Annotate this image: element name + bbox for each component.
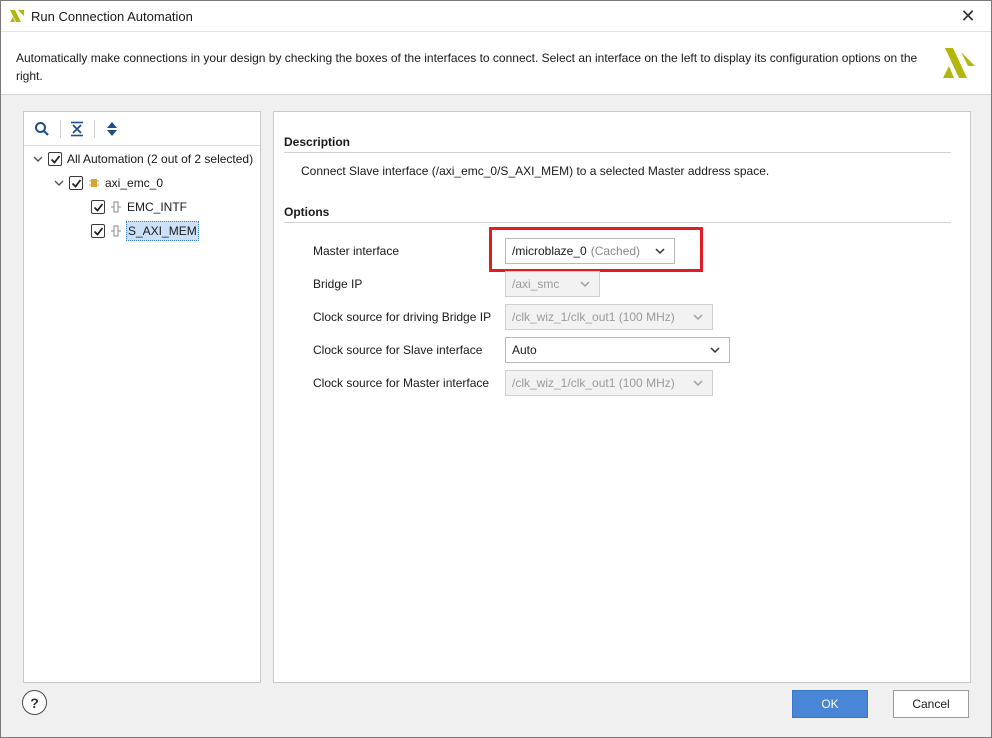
- ok-button[interactable]: OK: [792, 690, 868, 718]
- chevron-down-icon[interactable]: [32, 153, 44, 165]
- collapse-all-icon[interactable]: [66, 118, 88, 140]
- slave-clock-label: Clock source for Slave interface: [313, 343, 483, 357]
- chevron-down-icon[interactable]: [53, 177, 65, 189]
- tree-item-axi-emc-0[interactable]: axi_emc_0: [53, 172, 164, 194]
- tree-item-label: EMC_INTF: [127, 200, 187, 214]
- ip-block-icon: [87, 176, 101, 190]
- checkbox-all-automation[interactable]: [48, 152, 62, 166]
- toolbar-separator: [60, 120, 61, 138]
- bridge-clock-select[interactable]: /clk_wiz_1/clk_out1 (100 MHz): [505, 304, 713, 330]
- chevron-down-icon: [580, 281, 590, 288]
- toolbar-separator: [94, 120, 95, 138]
- automation-tree-panel: All Automation (2 out of 2 selected) axi…: [23, 111, 261, 683]
- chevron-down-icon: [693, 380, 703, 387]
- interface-icon: [109, 200, 123, 214]
- chevron-down-icon: [693, 314, 703, 321]
- bridge-ip-value: /axi_smc: [512, 277, 560, 291]
- tree-toolbar: [24, 112, 260, 146]
- cancel-button[interactable]: Cancel: [893, 690, 969, 718]
- section-divider: [284, 222, 951, 223]
- bridge-ip-label: Bridge IP: [313, 277, 363, 291]
- vivado-logo-icon: [943, 48, 975, 78]
- details-panel: Description Connect Slave interface (/ax…: [273, 111, 971, 683]
- tree-item-label: S_AXI_MEM: [126, 221, 199, 241]
- vivado-app-icon: [10, 10, 24, 22]
- window-title: Run Connection Automation: [31, 9, 193, 24]
- tree-item-s-axi-mem[interactable]: S_AXI_MEM: [91, 220, 199, 242]
- header-description: Automatically make connections in your d…: [16, 51, 918, 83]
- checkbox-s-axi-mem[interactable]: [91, 224, 105, 238]
- checkbox-emc-intf[interactable]: [91, 200, 105, 214]
- bridge-ip-select[interactable]: /axi_smc: [505, 271, 600, 297]
- tree-item-label: All Automation (2 out of 2 selected): [67, 152, 254, 166]
- section-divider: [284, 152, 951, 153]
- bridge-clock-value: /clk_wiz_1/clk_out1 (100 MHz): [512, 310, 675, 324]
- options-section-title: Options: [284, 205, 330, 219]
- expand-all-icon[interactable]: [101, 118, 123, 140]
- chevron-down-icon: [710, 347, 720, 354]
- slave-clock-value: Auto: [512, 343, 537, 357]
- checkbox-axi-emc-0[interactable]: [69, 176, 83, 190]
- bridge-clock-label: Clock source for driving Bridge IP: [313, 310, 492, 324]
- tree-item-emc-intf[interactable]: EMC_INTF: [91, 196, 188, 218]
- dialog-window: Run Connection Automation ✕ Automaticall…: [0, 0, 992, 738]
- description-section-title: Description: [284, 135, 351, 149]
- highlight-annotation: [489, 227, 703, 272]
- dialog-header: Automatically make connections in your d…: [1, 32, 991, 95]
- close-icon[interactable]: ✕: [945, 1, 991, 32]
- master-clock-select[interactable]: /clk_wiz_1/clk_out1 (100 MHz): [505, 370, 713, 396]
- search-icon[interactable]: [31, 118, 53, 140]
- master-clock-label: Clock source for Master interface: [313, 376, 490, 390]
- tree-item-all-automation[interactable]: All Automation (2 out of 2 selected): [32, 148, 254, 170]
- title-bar: Run Connection Automation ✕: [1, 1, 991, 32]
- tree-item-label: axi_emc_0: [105, 176, 164, 190]
- help-button[interactable]: ?: [22, 690, 47, 715]
- interface-icon: [109, 224, 123, 238]
- description-text: Connect Slave interface (/axi_emc_0/S_AX…: [301, 164, 770, 178]
- master-interface-label: Master interface: [313, 244, 400, 258]
- slave-clock-select[interactable]: Auto: [505, 337, 730, 363]
- master-clock-value: /clk_wiz_1/clk_out1 (100 MHz): [512, 376, 675, 390]
